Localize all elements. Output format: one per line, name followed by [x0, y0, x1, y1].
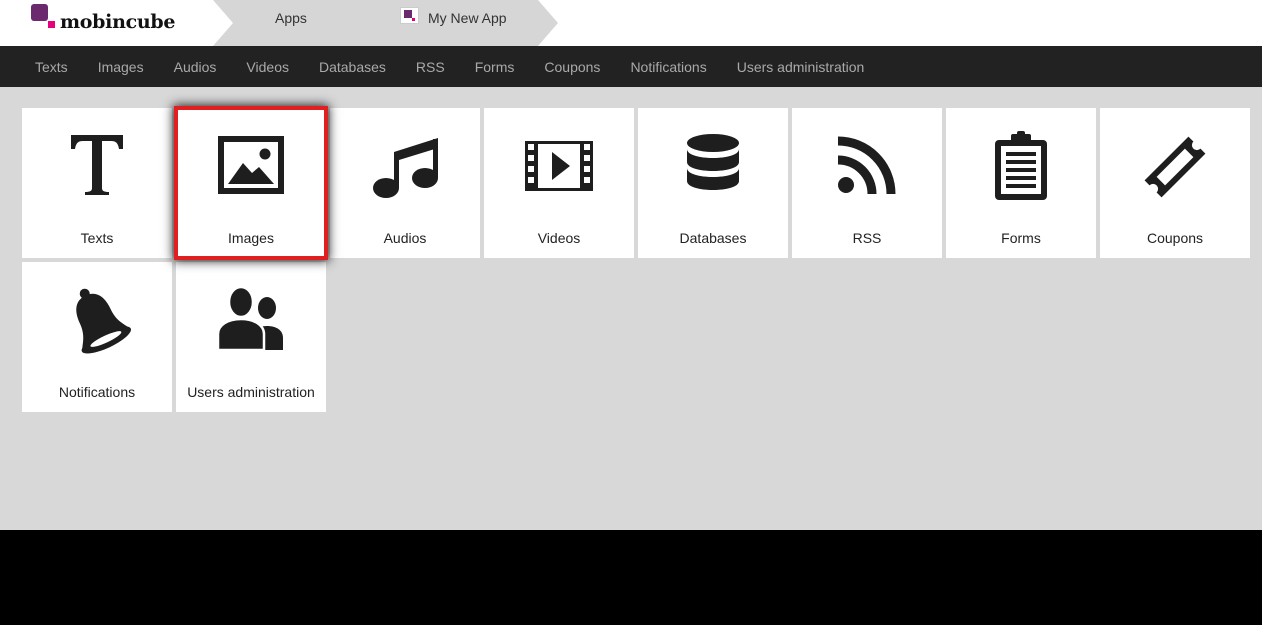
database-icon	[687, 134, 739, 190]
tile-audios[interactable]: Audios	[330, 108, 480, 258]
tile-rss[interactable]: RSS	[792, 108, 942, 258]
tile-label: Images	[228, 230, 274, 246]
nav-videos[interactable]: Videos	[231, 59, 304, 75]
breadcrumb-app-label: My New App	[428, 10, 507, 26]
tile-label: Notifications	[58, 384, 136, 400]
logo-mark-icon	[31, 4, 59, 30]
ticket-icon	[1144, 136, 1206, 198]
tile-videos[interactable]: Videos	[484, 108, 634, 258]
image-icon	[218, 136, 284, 194]
nav-users-administration[interactable]: Users administration	[722, 59, 880, 75]
nav-coupons[interactable]: Coupons	[529, 59, 615, 75]
nav-rss[interactable]: RSS	[401, 59, 460, 75]
tile-images[interactable]: Images	[174, 106, 328, 260]
tile-label: Videos	[537, 230, 581, 246]
main-content: Texts Images Audios Videos Databases RSS…	[0, 87, 1262, 530]
section-nav: Texts Images Audios Videos Databases RSS…	[0, 46, 1262, 87]
tile-label: Audios	[383, 230, 427, 246]
tile-databases[interactable]: Databases	[638, 108, 788, 258]
nav-notifications[interactable]: Notifications	[615, 59, 721, 75]
tile-label: Databases	[679, 230, 747, 246]
mobincube-logo[interactable]: mobincube	[31, 4, 176, 33]
rss-icon	[837, 136, 896, 195]
app-thumbnail-icon	[400, 7, 419, 24]
breadcrumb-apps-label: Apps	[275, 10, 307, 26]
top-bar: mobincube Apps My New App	[0, 0, 1262, 46]
tile-label: RSS	[852, 230, 882, 246]
tile-coupons[interactable]: Coupons	[1100, 108, 1250, 258]
tile-label: Texts	[80, 230, 114, 246]
film-icon	[525, 141, 593, 191]
nav-audios[interactable]: Audios	[159, 59, 232, 75]
text-icon	[71, 135, 123, 195]
tile-label: Coupons	[1146, 230, 1204, 246]
logo-text: mobincube	[60, 10, 176, 33]
clipboard-icon	[995, 131, 1047, 200]
breadcrumb-apps[interactable]: Apps	[213, 0, 383, 46]
breadcrumb-my-new-app[interactable]: My New App	[362, 0, 558, 46]
music-note-icon	[373, 138, 438, 198]
users-icon	[216, 285, 283, 352]
tile-forms[interactable]: Forms	[946, 108, 1096, 258]
nav-databases[interactable]: Databases	[304, 59, 401, 75]
bell-icon	[76, 288, 132, 354]
footer-blank	[0, 530, 1262, 625]
nav-forms[interactable]: Forms	[460, 59, 530, 75]
nav-texts[interactable]: Texts	[20, 59, 83, 75]
tile-label: Forms	[1001, 230, 1041, 246]
tile-texts[interactable]: Texts	[22, 108, 172, 258]
tile-label: Users administration	[187, 384, 315, 400]
tile-notifications[interactable]: Notifications	[22, 262, 172, 412]
tile-users-administration[interactable]: Users administration	[176, 262, 326, 412]
nav-images[interactable]: Images	[83, 59, 159, 75]
